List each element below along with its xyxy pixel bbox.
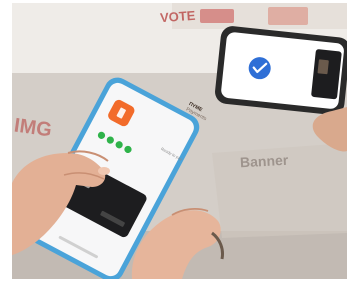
- scene-illustration: [12, 3, 347, 279]
- background-print: VOTE: [159, 7, 196, 26]
- photo-nfc-payment: VOTE IMG Banner ΠΥΜΕ Payments Ready to p…: [12, 3, 347, 279]
- receiving-phone: [215, 26, 347, 115]
- background-print: Banner: [239, 151, 289, 171]
